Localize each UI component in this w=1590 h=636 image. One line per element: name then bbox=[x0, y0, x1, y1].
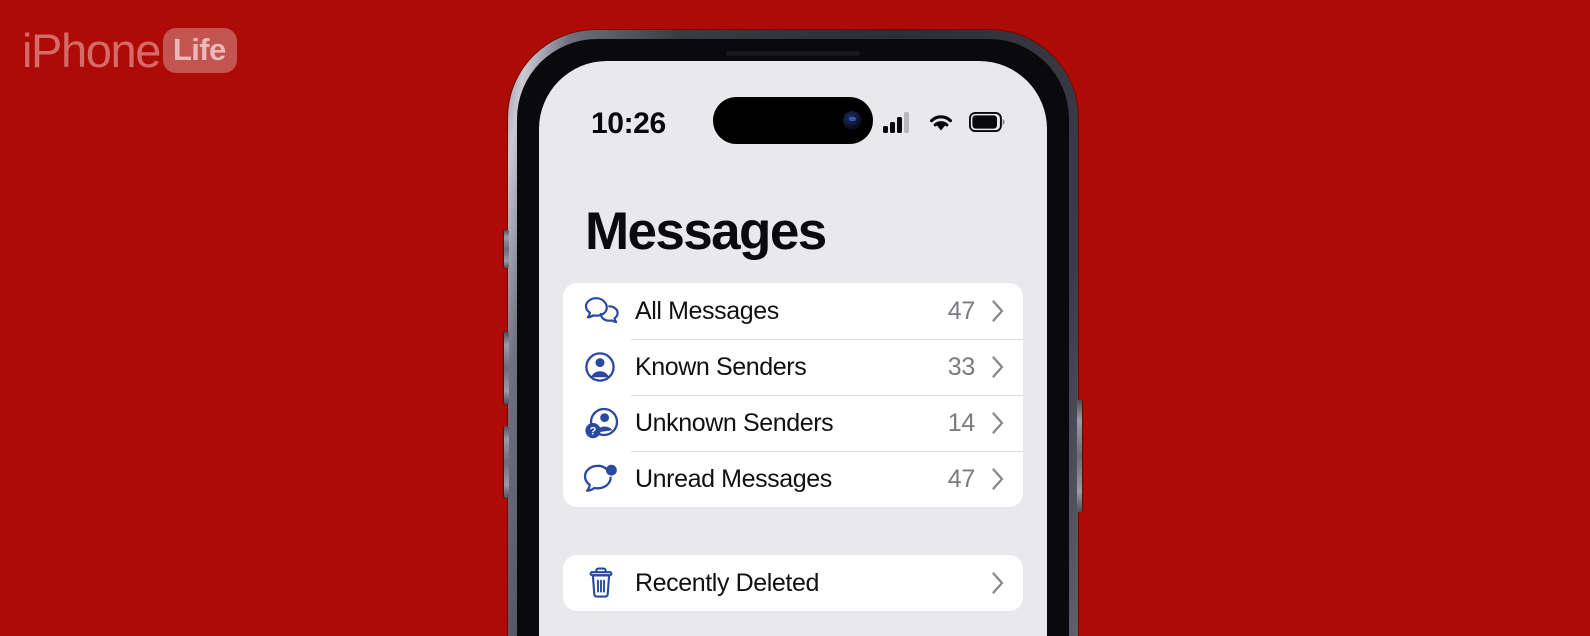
list-item-label: All Messages bbox=[635, 296, 779, 325]
chevron-right-icon bbox=[991, 355, 1007, 379]
iphone-life-watermark: iPhone Life bbox=[22, 22, 237, 78]
status-bar-icons bbox=[883, 111, 1005, 138]
power-button[interactable] bbox=[1077, 400, 1082, 512]
dynamic-island[interactable] bbox=[713, 97, 873, 144]
wifi-icon bbox=[927, 111, 955, 138]
list-item-known-senders[interactable]: Known Senders 33 bbox=[563, 339, 1023, 395]
chevron-right-icon bbox=[991, 467, 1007, 491]
phone-screen: 10:26 Messages All Messages 47 Known Sen… bbox=[539, 61, 1047, 636]
trash-icon bbox=[583, 565, 625, 601]
person-circle-icon bbox=[583, 350, 625, 384]
volume-down-button[interactable] bbox=[504, 426, 509, 498]
list-item-all-messages[interactable]: All Messages 47 bbox=[563, 283, 1023, 339]
recently-deleted-card: Recently Deleted bbox=[563, 555, 1023, 611]
list-item-count: 14 bbox=[947, 408, 976, 437]
list-item-count: 47 bbox=[947, 296, 976, 325]
watermark-suffix: Life bbox=[172, 31, 226, 67]
bubble-badge-icon bbox=[583, 462, 625, 496]
list-item-label: Known Senders bbox=[635, 352, 807, 381]
iphone-device: 10:26 Messages All Messages 47 Known Sen… bbox=[504, 30, 1082, 636]
page-title: Messages bbox=[585, 202, 827, 261]
list-item-label: Unread Messages bbox=[635, 464, 832, 493]
chevron-right-icon bbox=[991, 571, 1007, 595]
message-filters-card: All Messages 47 Known Senders 33 ? Unkno… bbox=[563, 283, 1023, 507]
list-item-unread-messages[interactable]: Unread Messages 47 bbox=[563, 451, 1023, 507]
list-item-count: 47 bbox=[947, 464, 976, 493]
person-question-icon: ? bbox=[583, 405, 625, 441]
battery-icon bbox=[968, 111, 1005, 137]
front-camera-icon bbox=[843, 111, 862, 130]
action-button[interactable] bbox=[504, 230, 509, 268]
two-speech-bubbles-icon bbox=[583, 295, 625, 327]
list-item-label: Recently Deleted bbox=[635, 568, 819, 597]
volume-up-button[interactable] bbox=[504, 332, 509, 404]
status-bar-time: 10:26 bbox=[591, 107, 666, 140]
watermark-brand: iPhone bbox=[22, 23, 161, 77]
list-item-count: 33 bbox=[947, 352, 976, 381]
earpiece-speaker bbox=[726, 51, 860, 56]
watermark-life-badge: Life bbox=[162, 27, 237, 73]
phone-bezel: 10:26 Messages All Messages 47 Known Sen… bbox=[517, 39, 1069, 636]
chevron-right-icon bbox=[991, 299, 1007, 323]
chevron-right-icon bbox=[991, 411, 1007, 435]
svg-text:?: ? bbox=[590, 426, 597, 438]
cellular-signal-icon bbox=[883, 111, 913, 138]
list-item-unknown-senders[interactable]: ? Unknown Senders 14 bbox=[563, 395, 1023, 451]
list-item-label: Unknown Senders bbox=[635, 408, 834, 437]
list-item-recently-deleted[interactable]: Recently Deleted bbox=[563, 555, 1023, 611]
